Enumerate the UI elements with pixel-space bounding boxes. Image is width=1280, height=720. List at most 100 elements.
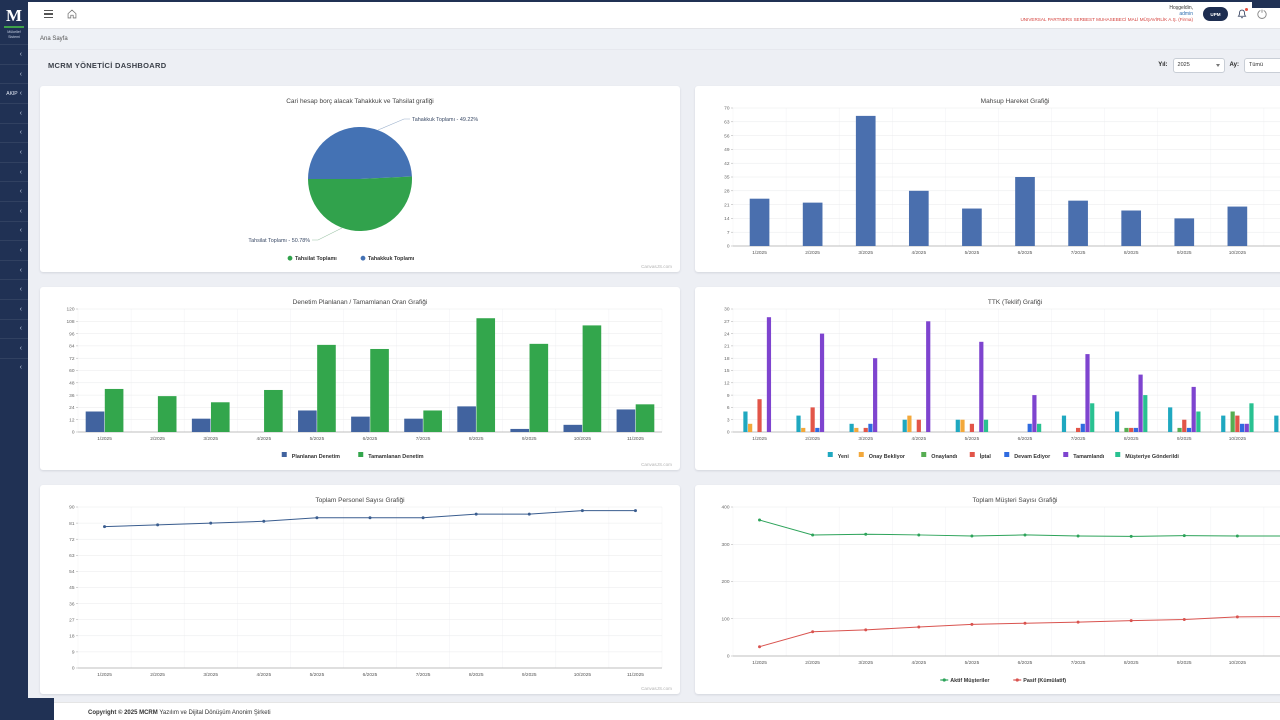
- svg-text:Onaylandı: Onaylandı: [931, 454, 958, 460]
- chevron-left-icon: ‹: [20, 188, 22, 195]
- breadcrumb-home-link[interactable]: Ana Sayfa: [40, 36, 68, 42]
- svg-text:2/2025: 2/2025: [805, 660, 820, 666]
- sidebar-item[interactable]: ‹: [0, 260, 28, 280]
- chevron-left-icon: ‹: [20, 149, 22, 156]
- svg-text:5/2025: 5/2025: [965, 436, 980, 442]
- canvasjs-watermark[interactable]: CanvasJS.com: [641, 686, 672, 691]
- svg-text:Tahsilat Toplamı - 50.78%: Tahsilat Toplamı - 50.78%: [248, 238, 310, 244]
- canvasjs-watermark[interactable]: CanvasJS.com: [641, 264, 672, 269]
- svg-text:Pasif (Kümülatif): Pasif (Kümülatif): [1023, 678, 1066, 684]
- svg-text:9/2025: 9/2025: [1177, 250, 1192, 256]
- svg-text:3/2025: 3/2025: [203, 672, 218, 678]
- svg-text:6/2025: 6/2025: [363, 436, 378, 442]
- svg-text:72: 72: [69, 356, 75, 362]
- canvasjs-watermark[interactable]: CanvasJS.com: [641, 462, 672, 467]
- svg-text:9: 9: [72, 650, 75, 656]
- svg-text:96: 96: [69, 331, 75, 337]
- svg-text:5/2025: 5/2025: [965, 660, 980, 666]
- footer-copyright-bold: Copyright © 2025 MCRM: [88, 710, 158, 716]
- svg-text:3/2025: 3/2025: [858, 660, 873, 666]
- svg-text:24: 24: [69, 405, 75, 411]
- sidebar-item[interactable]: ‹: [0, 338, 28, 358]
- sidebar-footer-block: [0, 698, 54, 720]
- svg-text:70: 70: [724, 106, 730, 112]
- chevron-left-icon: ‹: [20, 227, 22, 234]
- svg-text:63: 63: [724, 120, 730, 126]
- sidebar-nav: ‹‹AKIP‹‹‹‹‹‹‹‹‹‹‹‹‹‹‹: [0, 44, 28, 377]
- svg-text:5/2025: 5/2025: [310, 672, 325, 678]
- svg-text:1/2025: 1/2025: [752, 660, 767, 666]
- svg-text:2/2025: 2/2025: [150, 436, 165, 442]
- chevron-left-icon: ‹: [20, 71, 22, 78]
- svg-text:108: 108: [66, 319, 74, 325]
- chart-canvas-denetim: Denetim Planlanan / Tamamlanan Oran Graf…: [52, 293, 668, 464]
- svg-text:5/2025: 5/2025: [965, 250, 980, 256]
- svg-text:2/2025: 2/2025: [150, 672, 165, 678]
- logout-icon[interactable]: [1255, 7, 1269, 21]
- svg-text:49: 49: [724, 147, 730, 153]
- sidebar-item[interactable]: ‹: [0, 103, 28, 123]
- sidebar-item[interactable]: ‹: [0, 358, 28, 378]
- sidebar-item[interactable]: AKIP‹: [0, 83, 28, 103]
- chart-canvas-mahsup: Mahsup Hareket Grafiği071421283542495663…: [707, 92, 1280, 266]
- card-mahsup-bar-chart: CanvasJS.com Mahsup Hareket Grafiği07142…: [695, 86, 1280, 272]
- home-icon[interactable]: [64, 6, 80, 22]
- svg-text:7/2025: 7/2025: [416, 436, 431, 442]
- top-right-corner-patch: [1252, 0, 1280, 8]
- hamburger-menu-icon[interactable]: [40, 6, 56, 22]
- page-title: MCRM YÖNETİCİ DASHBOARD: [48, 61, 166, 70]
- card-ttk-bar-chart: CanvasJS.com TTK (Teklif) Grafiği0369121…: [695, 287, 1280, 470]
- svg-text:60: 60: [69, 368, 75, 374]
- svg-text:Tamamlanan Denetim: Tamamlanan Denetim: [368, 454, 424, 460]
- company-logo-chip[interactable]: UPM: [1203, 7, 1228, 21]
- svg-text:0: 0: [72, 666, 75, 672]
- sidebar-item[interactable]: ‹: [0, 240, 28, 260]
- svg-text:3/2025: 3/2025: [203, 436, 218, 442]
- chevron-left-icon: ‹: [20, 306, 22, 313]
- notifications-bell-icon[interactable]: [1235, 7, 1249, 21]
- sidebar-item[interactable]: ‹: [0, 162, 28, 182]
- sidebar-item[interactable]: ‹: [0, 201, 28, 221]
- sidebar-item[interactable]: ‹: [0, 319, 28, 339]
- svg-text:9: 9: [727, 393, 730, 399]
- svg-text:0: 0: [727, 244, 730, 250]
- sidebar-item[interactable]: ‹: [0, 142, 28, 162]
- month-filter-label: Ay:: [1230, 62, 1239, 68]
- month-select[interactable]: Tümü: [1244, 58, 1280, 73]
- sidebar-item[interactable]: ‹: [0, 181, 28, 201]
- sidebar-item[interactable]: ‹: [0, 299, 28, 319]
- svg-text:42: 42: [724, 161, 730, 167]
- sidebar-item[interactable]: ‹: [0, 64, 28, 84]
- footer: Copyright © 2025 MCRM Yazılım ve Dijital…: [28, 702, 1280, 720]
- svg-text:27: 27: [69, 617, 75, 623]
- svg-text:8/2025: 8/2025: [469, 672, 484, 678]
- chevron-left-icon: ‹: [20, 51, 22, 58]
- svg-text:Tahakkuk Toplamı - 49.22%: Tahakkuk Toplamı - 49.22%: [412, 117, 478, 123]
- sidebar-item[interactable]: ‹: [0, 123, 28, 143]
- chevron-left-icon: ‹: [20, 345, 22, 352]
- svg-text:21: 21: [724, 344, 730, 350]
- svg-text:63: 63: [69, 553, 75, 559]
- svg-text:10/2025: 10/2025: [574, 672, 592, 678]
- svg-text:72: 72: [69, 537, 75, 543]
- svg-text:100: 100: [721, 616, 729, 622]
- chart-canvas-personel: Toplam Personel Sayısı Grafiği0918273645…: [52, 491, 668, 688]
- svg-text:18: 18: [69, 634, 75, 640]
- sidebar-item[interactable]: ‹: [0, 221, 28, 241]
- chevron-left-icon: ‹: [20, 247, 22, 254]
- sidebar-item[interactable]: ‹: [0, 279, 28, 299]
- welcome-block: Hoşgeldin, admin UNIVERSAL PARTNERS SERB…: [1020, 5, 1199, 24]
- svg-text:84: 84: [69, 344, 75, 350]
- app-root: M Mükellef Sistemi ‹‹AKIP‹‹‹‹‹‹‹‹‹‹‹‹‹‹‹…: [0, 0, 1280, 720]
- svg-text:Tahakkuk Toplamı: Tahakkuk Toplamı: [368, 256, 415, 262]
- svg-text:4/2025: 4/2025: [256, 436, 271, 442]
- svg-text:3/2025: 3/2025: [858, 250, 873, 256]
- chevron-left-icon: ‹: [20, 110, 22, 117]
- svg-text:11/2025: 11/2025: [627, 436, 644, 442]
- year-select[interactable]: 2025: [1173, 58, 1225, 73]
- card-musteri-line-chart: CanvasJS.com Toplam Müşteri Sayısı Grafi…: [695, 485, 1280, 694]
- svg-text:8/2025: 8/2025: [469, 436, 484, 442]
- sidebar-item[interactable]: ‹: [0, 44, 28, 64]
- svg-text:6/2025: 6/2025: [1018, 660, 1033, 666]
- chevron-down-icon: [1216, 64, 1220, 67]
